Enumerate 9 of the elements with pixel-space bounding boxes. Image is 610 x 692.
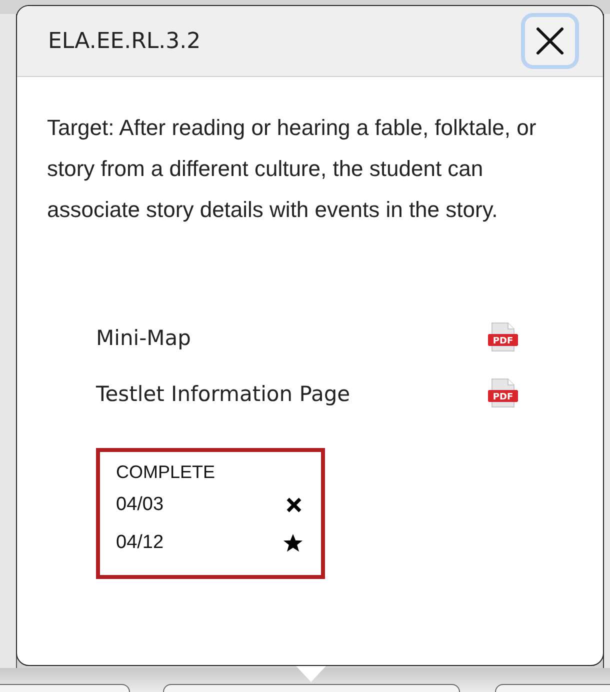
attempt-date: 04/03 (116, 494, 164, 516)
close-button[interactable] (521, 13, 579, 69)
status-heading: COMPLETE (116, 462, 216, 484)
dialog-title: ELA.EE.RL.3.2 (48, 28, 201, 54)
document-link[interactable]: Mini-Map (96, 326, 191, 350)
close-icon (535, 26, 565, 56)
attempt-date: 04/12 (116, 532, 164, 554)
document-link[interactable]: Testlet Information Page (96, 382, 350, 406)
target-description: Target: After reading or hearing a fable, folktale, or story from a different culture, the student can associate story details with events in the story. (47, 114, 538, 224)
